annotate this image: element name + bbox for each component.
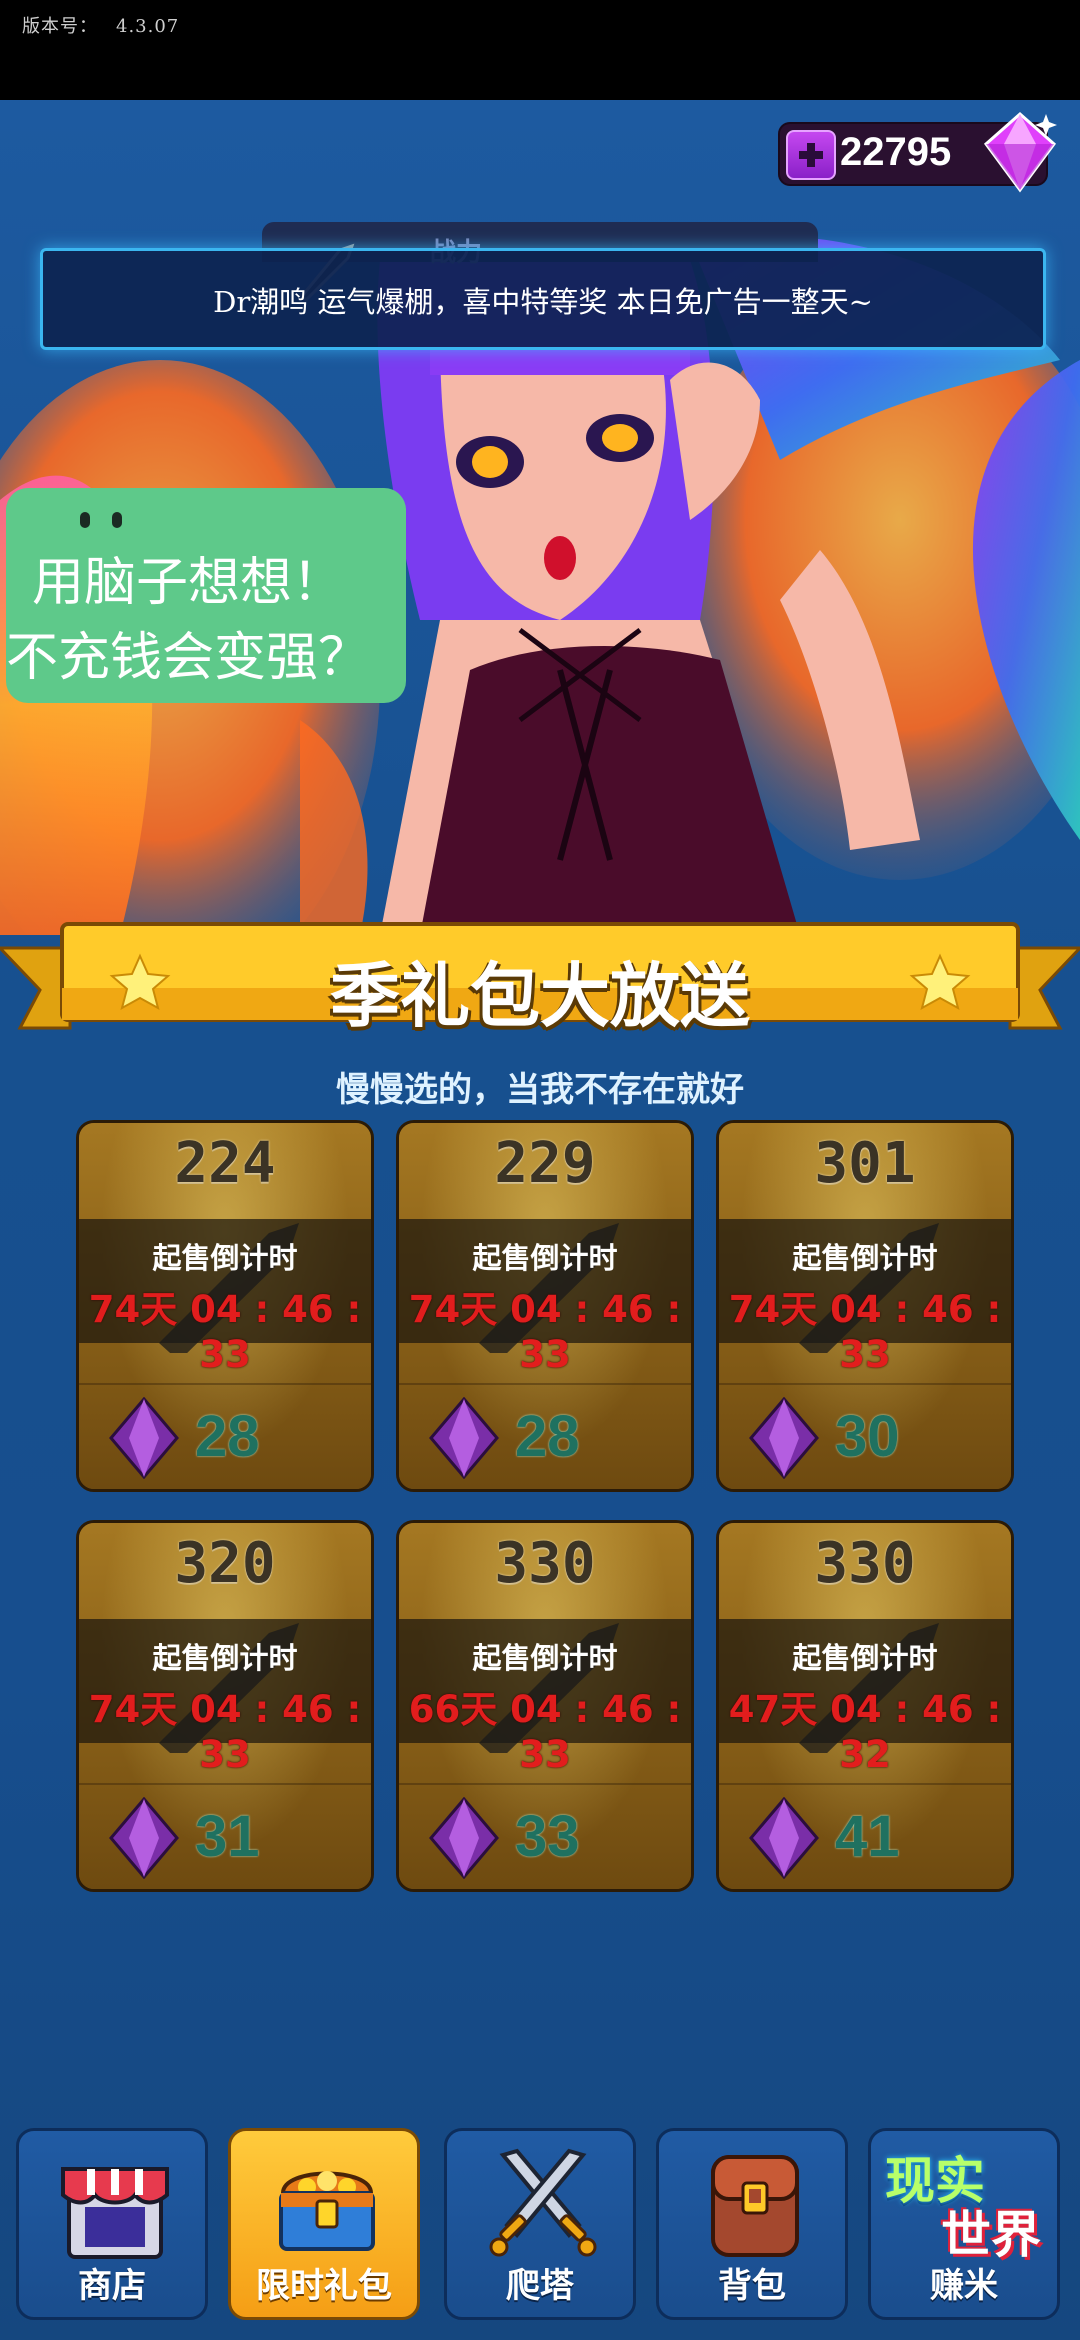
- status-bar: 版本号： 4.3.07: [0, 0, 1080, 100]
- notice-banner: Dr潮鸣 运气爆棚，喜中特等奖 本日免广告一整天~: [40, 248, 1046, 350]
- treasure-chest-icon: [279, 2171, 375, 2251]
- backpack-icon: [711, 2155, 799, 2257]
- purple-gem-icon: [109, 1397, 179, 1479]
- nav-tower[interactable]: 爬塔: [444, 2128, 636, 2320]
- pack-card[interactable]: 224 起售倒计时 74天 04 : 46 : 33 28: [76, 1120, 374, 1492]
- version-number: 4.3.07: [116, 16, 180, 37]
- card-divider: [399, 1383, 691, 1385]
- nav-label-earn: 赚米: [930, 2266, 998, 2306]
- nav-label-limited-pack: 限时礼包: [256, 2266, 392, 2306]
- pack-price: 28: [195, 1404, 260, 1469]
- countdown-timer: 74天 04 : 46 : 33: [408, 1288, 682, 1376]
- add-gems-button[interactable]: [786, 130, 836, 180]
- pack-number: 301: [814, 1131, 916, 1196]
- nav-label-tower: 爬塔: [506, 2266, 574, 2306]
- pack-number: 330: [494, 1531, 596, 1596]
- nav-label-shop: 商店: [78, 2266, 146, 2306]
- countdown-label: 起售倒计时: [792, 1241, 938, 1275]
- countdown-label: 起售倒计时: [472, 1641, 618, 1675]
- purple-gem-icon: [749, 1797, 819, 1879]
- countdown-timer: 66天 04 : 46 : 33: [408, 1688, 682, 1776]
- crossed-swords-icon: [489, 2148, 597, 2257]
- notice-text: Dr潮鸣 运气爆棚，喜中特等奖 本日免广告一整天~: [213, 285, 873, 319]
- pack-price: 31: [195, 1804, 260, 1869]
- pack-price: 28: [515, 1404, 580, 1469]
- pack-card[interactable]: 229 起售倒计时 74天 04 : 46 : 33 28: [396, 1120, 694, 1492]
- gem-count: 22795: [840, 130, 952, 174]
- real-world-badge-line2: 世界: [941, 2206, 1041, 2264]
- nav-earn[interactable]: 现实 世界 赚米: [868, 2128, 1060, 2320]
- pack-number: 229: [494, 1131, 596, 1196]
- bubble-eye-left: [80, 512, 90, 528]
- card-divider: [719, 1783, 1011, 1785]
- pack-card[interactable]: 330 起售倒计时 47天 04 : 46 : 32 41: [716, 1520, 1014, 1892]
- card-divider: [79, 1383, 371, 1385]
- bubble-text-line2: 不充钱会变强？: [6, 628, 371, 688]
- nav-label-backpack: 背包: [718, 2266, 786, 2306]
- pack-number: 224: [174, 1131, 276, 1196]
- card-divider: [719, 1383, 1011, 1385]
- countdown-label: 起售倒计时: [152, 1241, 298, 1275]
- shop-icon: [61, 2167, 169, 2259]
- purple-gem-icon: [109, 1797, 179, 1879]
- countdown-timer: 74天 04 : 46 : 33: [88, 1288, 362, 1376]
- pack-number: 320: [174, 1531, 276, 1596]
- pack-number: 330: [814, 1531, 916, 1596]
- purple-gem-icon: [429, 1797, 499, 1879]
- purple-gem-icon: [429, 1397, 499, 1479]
- diamond-icon: [983, 111, 1057, 193]
- countdown-timer: 74天 04 : 46 : 33: [88, 1688, 362, 1776]
- countdown-timer: 74天 04 : 46 : 33: [728, 1288, 1002, 1376]
- nav-backpack[interactable]: 背包: [656, 2128, 848, 2320]
- version-info: 版本号： 4.3.07: [22, 12, 179, 38]
- card-divider: [79, 1783, 371, 1785]
- version-label: 版本号：: [22, 16, 98, 37]
- nav-shop[interactable]: 商店: [16, 2128, 208, 2320]
- banner-subtitle: 慢慢选的，当我不存在就好: [336, 1070, 744, 1110]
- pack-price: 30: [835, 1404, 900, 1469]
- pack-price: 41: [835, 1804, 900, 1869]
- bubble-text-line1: 用脑子想想！: [32, 553, 345, 613]
- card-divider: [399, 1783, 691, 1785]
- countdown-timer: 47天 04 : 46 : 32: [728, 1688, 1002, 1776]
- countdown-label: 起售倒计时: [792, 1641, 938, 1675]
- pack-price: 33: [515, 1804, 580, 1869]
- banner-title: 季礼包大放送: [330, 955, 750, 1037]
- pack-card[interactable]: 330 起售倒计时 66天 04 : 46 : 33 33: [396, 1520, 694, 1892]
- countdown-label: 起售倒计时: [152, 1641, 298, 1675]
- bubble-eye-right: [112, 512, 122, 528]
- pack-card[interactable]: 320 起售倒计时 74天 04 : 46 : 33 31: [76, 1520, 374, 1892]
- pack-card[interactable]: 301 起售倒计时 74天 04 : 46 : 33 30: [716, 1120, 1014, 1492]
- nav-limited-pack[interactable]: 限时礼包: [228, 2128, 420, 2320]
- countdown-label: 起售倒计时: [472, 1241, 618, 1275]
- purple-gem-icon: [749, 1397, 819, 1479]
